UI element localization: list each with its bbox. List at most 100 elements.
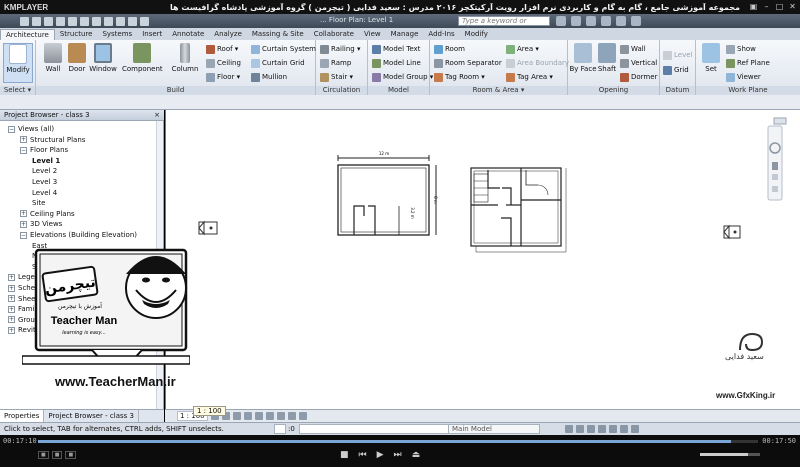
viewer-button[interactable]: Viewer xyxy=(726,71,761,83)
shadows-icon[interactable] xyxy=(243,412,252,420)
tag-room-button[interactable]: Tag Room ▾ xyxy=(434,71,485,83)
curtain-grid-button[interactable]: Curtain Grid xyxy=(251,57,305,69)
tab-properties[interactable]: Properties xyxy=(0,410,45,422)
ceiling-button[interactable]: Ceiling xyxy=(206,57,241,69)
collapse-icon[interactable]: − xyxy=(20,146,27,154)
previous-icon[interactable]: ⏮ xyxy=(359,450,367,460)
search-input[interactable]: Type a keyword or phrase xyxy=(458,16,550,34)
help-icon[interactable] xyxy=(631,16,641,26)
drag-elements-icon[interactable] xyxy=(620,425,628,433)
volume-slider[interactable] xyxy=(700,453,760,456)
3d-view-icon[interactable] xyxy=(104,16,113,26)
curtain-system-button[interactable]: Curtain System xyxy=(251,43,316,55)
select-dropdown[interactable]: Select ▾ xyxy=(0,86,35,95)
stair-button[interactable]: Stair ▾ xyxy=(320,71,353,83)
analytical-model-icon[interactable] xyxy=(298,412,307,420)
tab-analyze[interactable]: Analyze xyxy=(209,29,247,40)
editable-only-icon[interactable] xyxy=(565,425,573,433)
area-button[interactable]: Area ▾ xyxy=(506,43,539,55)
tab-collaborate[interactable]: Collaborate xyxy=(309,29,359,40)
eject-icon[interactable]: ⏏ xyxy=(412,450,421,460)
roof-button[interactable]: Roof ▾ xyxy=(206,43,238,55)
close-windows-icon[interactable] xyxy=(140,16,149,26)
select-pinned-icon[interactable] xyxy=(598,425,606,433)
navigation-bar[interactable] xyxy=(767,125,783,201)
temporary-hide-icon[interactable] xyxy=(276,412,285,420)
tab-add-ins[interactable]: Add-Ins xyxy=(423,29,459,40)
binoculars-icon[interactable] xyxy=(556,16,566,26)
worksets-icon[interactable] xyxy=(274,424,286,434)
close-icon[interactable]: ✕ xyxy=(787,1,798,12)
set-button[interactable]: Set xyxy=(696,43,726,73)
section-icon[interactable] xyxy=(116,16,125,26)
wall-opening-button[interactable]: Wall xyxy=(620,43,646,55)
thin-lines-icon[interactable] xyxy=(128,16,137,26)
model-text-button[interactable]: Model Text xyxy=(372,43,420,55)
view-cube-icon[interactable] xyxy=(773,117,787,125)
drawing-canvas[interactable]: 12 m 3.2 m 8 m xyxy=(165,110,800,409)
undo-icon[interactable] xyxy=(44,16,53,26)
tree-item-level-1[interactable]: Level 1 xyxy=(32,157,60,165)
tab-modify[interactable]: Modify xyxy=(460,29,493,40)
expand-icon[interactable]: + xyxy=(8,326,15,334)
tree-item-views-all[interactable]: − Views (all) xyxy=(8,125,54,133)
text-icon[interactable] xyxy=(92,16,101,26)
redo-icon[interactable] xyxy=(56,16,65,26)
ramp-button[interactable]: Ramp xyxy=(320,57,351,69)
tab-massing-site[interactable]: Massing & Site xyxy=(247,29,309,40)
level-button[interactable]: Level xyxy=(663,49,692,61)
save-icon[interactable] xyxy=(32,16,41,26)
sun-path-icon[interactable] xyxy=(232,412,241,420)
mullion-button[interactable]: Mullion xyxy=(251,71,287,83)
tree-item-site[interactable]: Site xyxy=(32,199,45,207)
measure-icon[interactable] xyxy=(80,16,89,26)
area-boundary-button[interactable]: Area Boundary xyxy=(506,57,569,69)
show-crop-icon[interactable] xyxy=(265,412,274,420)
tag-area-button[interactable]: Tag Area ▾ xyxy=(506,71,553,83)
expand-icon[interactable]: + xyxy=(8,305,15,313)
design-option-field[interactable]: Main Model xyxy=(448,424,540,434)
grid-button[interactable]: Grid xyxy=(663,64,689,76)
stop-icon[interactable]: ■ xyxy=(340,450,349,460)
select-by-face-icon[interactable] xyxy=(609,425,617,433)
expand-icon[interactable]: + xyxy=(20,136,27,144)
tree-item-level-2[interactable]: Level 2 xyxy=(32,167,57,175)
tab-annotate[interactable]: Annotate xyxy=(167,29,209,40)
open-icon[interactable] xyxy=(20,16,29,26)
tree-item-floor-plans[interactable]: − Floor Plans xyxy=(20,146,68,154)
shaft-button[interactable]: Shaft xyxy=(592,43,622,73)
window-button[interactable]: Window xyxy=(88,43,118,73)
column-button[interactable]: Column xyxy=(170,43,200,73)
tab-systems[interactable]: Systems xyxy=(97,29,137,40)
tab-structure[interactable]: Structure xyxy=(55,29,98,40)
expand-icon[interactable]: + xyxy=(8,284,15,292)
crop-view-icon[interactable] xyxy=(254,412,263,420)
select-underlay-icon[interactable] xyxy=(587,425,595,433)
workset-field[interactable] xyxy=(298,424,449,434)
floor-button[interactable]: Floor ▾ xyxy=(206,71,240,83)
railing-button[interactable]: Railing ▾ xyxy=(320,43,360,55)
communication-icon[interactable] xyxy=(586,16,596,26)
vertical-button[interactable]: Vertical xyxy=(620,57,657,69)
close-icon[interactable]: × xyxy=(154,110,160,121)
filter-icon[interactable] xyxy=(631,425,639,433)
elevation-marker-east[interactable] xyxy=(723,224,741,240)
tree-item-level-3[interactable]: Level 3 xyxy=(32,178,57,186)
expand-icon[interactable]: + xyxy=(8,316,15,324)
select-links-icon[interactable] xyxy=(576,425,584,433)
maximize-icon[interactable]: □ xyxy=(774,1,785,12)
model-line-button[interactable]: Model Line xyxy=(372,57,421,69)
model-group-button[interactable]: Model Group ▾ xyxy=(372,71,433,83)
elevation-marker-west[interactable] xyxy=(198,220,218,236)
badge-1[interactable]: ■ xyxy=(38,451,49,459)
pin-icon[interactable]: ▣ xyxy=(748,1,759,12)
tab-insert[interactable]: Insert xyxy=(137,29,167,40)
tree-item-ceiling-plans[interactable]: + Ceiling Plans xyxy=(20,210,75,218)
reveal-hidden-icon[interactable] xyxy=(287,412,296,420)
modify-button[interactable]: Modify xyxy=(3,43,33,83)
expand-icon[interactable]: + xyxy=(20,210,27,218)
room-button[interactable]: Room xyxy=(434,43,465,55)
play-icon[interactable]: ▶ xyxy=(377,450,384,460)
collapse-icon[interactable]: − xyxy=(8,125,15,133)
expand-icon[interactable]: + xyxy=(8,273,15,281)
